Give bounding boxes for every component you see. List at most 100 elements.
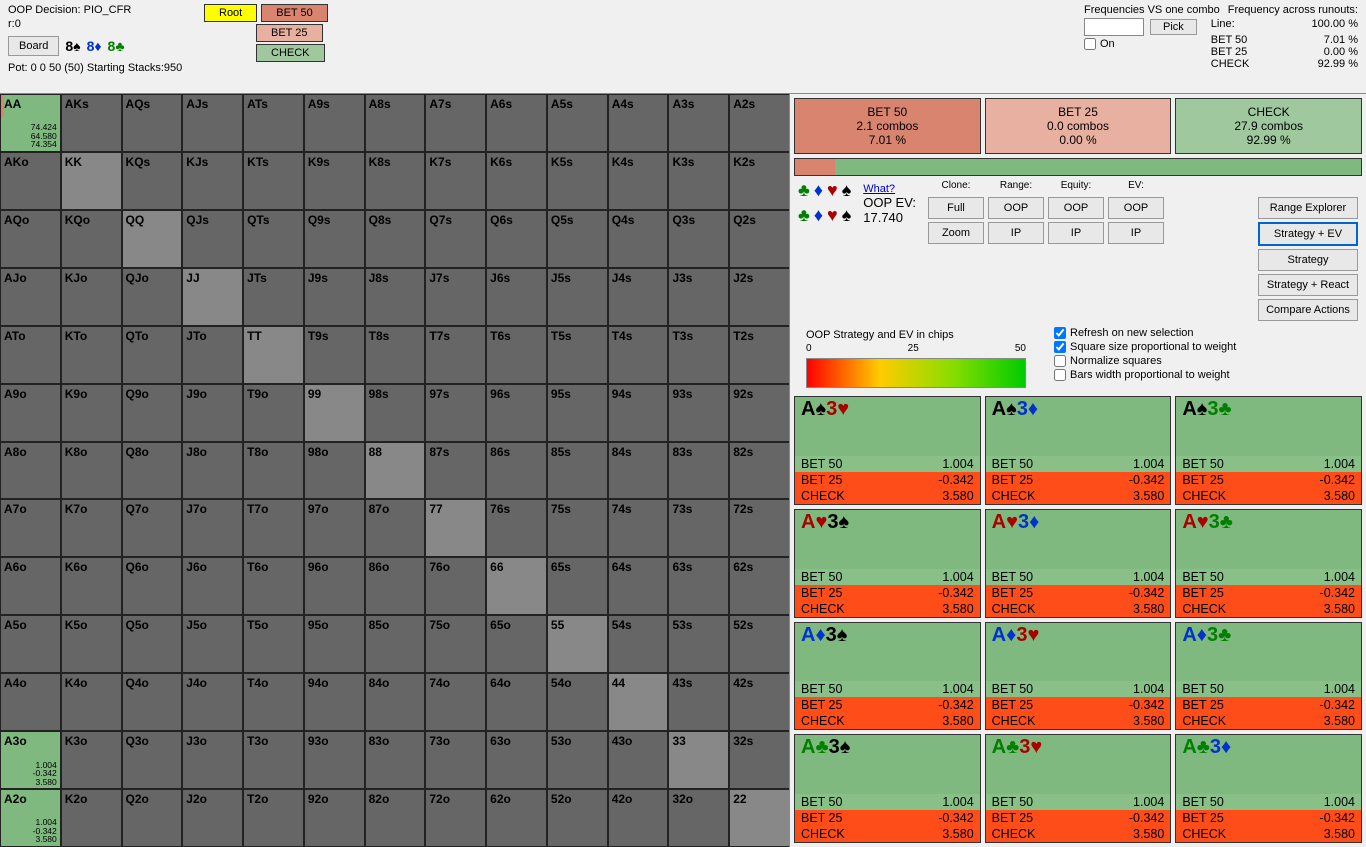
hand-cell-33[interactable]: 33	[668, 731, 729, 789]
check-2[interactable]	[1054, 355, 1066, 367]
hand-cell-73s[interactable]: 73s	[668, 499, 729, 557]
hand-cell-T2o[interactable]: T2o	[243, 789, 304, 847]
strategy-btn-2[interactable]: Strategy	[1258, 249, 1358, 271]
suit-s-bot[interactable]: ♠	[842, 205, 852, 226]
hand-cell-ATo[interactable]: ATo	[0, 326, 61, 384]
hand-cell-72s[interactable]: 72s	[729, 499, 790, 557]
combo-box[interactable]: A♣3♦BET 501.004BET 25-0.342CHECK3.580	[1175, 734, 1362, 843]
hand-cell-K2o[interactable]: K2o	[61, 789, 122, 847]
hand-cell-K2s[interactable]: K2s	[729, 152, 790, 210]
hand-cell-63o[interactable]: 63o	[486, 731, 547, 789]
hand-cell-64s[interactable]: 64s	[608, 557, 669, 615]
hand-cell-43o[interactable]: 43o	[608, 731, 669, 789]
combo-box[interactable]: A♣3♠BET 501.004BET 25-0.342CHECK3.580	[794, 734, 981, 843]
suit-s-top[interactable]: ♠	[842, 180, 852, 201]
hand-cell-65s[interactable]: 65s	[547, 557, 608, 615]
hand-cell-J2o[interactable]: J2o	[182, 789, 243, 847]
board-button[interactable]: Board	[8, 36, 59, 56]
hand-cell-93o[interactable]: 93o	[304, 731, 365, 789]
hand-cell-76o[interactable]: 76o	[425, 557, 486, 615]
combo-box[interactable]: A♦3♣BET 501.004BET 25-0.342CHECK3.580	[1175, 622, 1362, 731]
hand-cell-KTo[interactable]: KTo	[61, 326, 122, 384]
ctl-btn[interactable]: OOP	[1048, 197, 1104, 219]
hand-cell-95s[interactable]: 95s	[547, 384, 608, 442]
hand-cell-J7s[interactable]: J7s	[425, 268, 486, 326]
tree-check[interactable]: CHECK	[256, 44, 325, 62]
hand-cell-52o[interactable]: 52o	[547, 789, 608, 847]
hand-cell-AA[interactable]: AA74.42464.58074.354	[0, 94, 61, 152]
hand-cell-KK[interactable]: KK	[61, 152, 122, 210]
hand-cell-44[interactable]: 44	[608, 673, 669, 731]
hand-cell-A5o[interactable]: A5o	[0, 615, 61, 673]
hand-cell-T5o[interactable]: T5o	[243, 615, 304, 673]
hand-cell-K6o[interactable]: K6o	[61, 557, 122, 615]
combo-box[interactable]: A♦3♥BET 501.004BET 25-0.342CHECK3.580	[985, 622, 1172, 731]
hand-cell-83o[interactable]: 83o	[365, 731, 426, 789]
hand-cell-98s[interactable]: 98s	[365, 384, 426, 442]
hand-cell-Q5o[interactable]: Q5o	[122, 615, 183, 673]
hand-cell-TT[interactable]: TT	[243, 326, 304, 384]
hand-cell-T7s[interactable]: T7s	[425, 326, 486, 384]
ctl-btn[interactable]: OOP	[1108, 197, 1164, 219]
hand-cell-52s[interactable]: 52s	[729, 615, 790, 673]
hand-cell-JTs[interactable]: JTs	[243, 268, 304, 326]
hand-cell-Q8o[interactable]: Q8o	[122, 442, 183, 500]
hand-cell-T4o[interactable]: T4o	[243, 673, 304, 731]
hand-cell-73o[interactable]: 73o	[425, 731, 486, 789]
hand-cell-74s[interactable]: 74s	[608, 499, 669, 557]
hand-cell-J6s[interactable]: J6s	[486, 268, 547, 326]
hand-cell-AJs[interactable]: AJs	[182, 94, 243, 152]
hand-cell-92o[interactable]: 92o	[304, 789, 365, 847]
hand-cell-82s[interactable]: 82s	[729, 442, 790, 500]
suit-d-bot[interactable]: ♦	[814, 205, 823, 226]
hand-cell-92s[interactable]: 92s	[729, 384, 790, 442]
hand-cell-K4o[interactable]: K4o	[61, 673, 122, 731]
hand-cell-QQ[interactable]: QQ	[122, 210, 183, 268]
hand-cell-J7o[interactable]: J7o	[182, 499, 243, 557]
hand-cell-T9o[interactable]: T9o	[243, 384, 304, 442]
hand-cell-K7s[interactable]: K7s	[425, 152, 486, 210]
hand-cell-82o[interactable]: 82o	[365, 789, 426, 847]
hand-cell-84s[interactable]: 84s	[608, 442, 669, 500]
hand-cell-K8o[interactable]: K8o	[61, 442, 122, 500]
hand-cell-A5s[interactable]: A5s	[547, 94, 608, 152]
hand-cell-42s[interactable]: 42s	[729, 673, 790, 731]
action-box-check[interactable]: CHECK27.9 combos92.99 %	[1175, 98, 1362, 154]
hand-cell-94s[interactable]: 94s	[608, 384, 669, 442]
hand-cell-A8s[interactable]: A8s	[365, 94, 426, 152]
on-checkbox[interactable]	[1084, 38, 1096, 50]
hand-cell-Q6o[interactable]: Q6o	[122, 557, 183, 615]
ctl-btn[interactable]: OOP	[988, 197, 1044, 219]
hand-cell-J4o[interactable]: J4o	[182, 673, 243, 731]
hand-grid[interactable]: AA74.42464.58074.354AKsAQsAJsATsA9sA8sA7…	[0, 94, 790, 847]
suit-h-bot[interactable]: ♥	[827, 205, 838, 226]
ctl-btn[interactable]: IP	[1048, 222, 1104, 244]
hand-cell-ATs[interactable]: ATs	[243, 94, 304, 152]
hand-cell-T3o[interactable]: T3o	[243, 731, 304, 789]
hand-cell-64o[interactable]: 64o	[486, 673, 547, 731]
combo-box[interactable]: A♥3♣BET 501.004BET 25-0.342CHECK3.580	[1175, 509, 1362, 618]
hand-cell-65o[interactable]: 65o	[486, 615, 547, 673]
hand-cell-K6s[interactable]: K6s	[486, 152, 547, 210]
hand-cell-53o[interactable]: 53o	[547, 731, 608, 789]
hand-cell-K5o[interactable]: K5o	[61, 615, 122, 673]
hand-cell-A3o[interactable]: A3o1.004-0.3423.580	[0, 731, 61, 789]
hand-cell-KJo[interactable]: KJo	[61, 268, 122, 326]
strategy-btn-0[interactable]: Range Explorer	[1258, 197, 1358, 219]
hand-cell-Q4s[interactable]: Q4s	[608, 210, 669, 268]
hand-cell-74o[interactable]: 74o	[425, 673, 486, 731]
hand-cell-A7s[interactable]: A7s	[425, 94, 486, 152]
hand-cell-53s[interactable]: 53s	[668, 615, 729, 673]
hand-cell-J4s[interactable]: J4s	[608, 268, 669, 326]
combo-box[interactable]: A♦3♠BET 501.004BET 25-0.342CHECK3.580	[794, 622, 981, 731]
tree-bet50[interactable]: BET 50	[261, 4, 328, 22]
hand-cell-K5s[interactable]: K5s	[547, 152, 608, 210]
hand-cell-J9s[interactable]: J9s	[304, 268, 365, 326]
hand-cell-62o[interactable]: 62o	[486, 789, 547, 847]
action-box-bet-25[interactable]: BET 250.0 combos0.00 %	[985, 98, 1172, 154]
hand-cell-A9o[interactable]: A9o	[0, 384, 61, 442]
hand-cell-75s[interactable]: 75s	[547, 499, 608, 557]
hand-cell-Q2o[interactable]: Q2o	[122, 789, 183, 847]
hand-cell-87s[interactable]: 87s	[425, 442, 486, 500]
hand-cell-A4s[interactable]: A4s	[608, 94, 669, 152]
